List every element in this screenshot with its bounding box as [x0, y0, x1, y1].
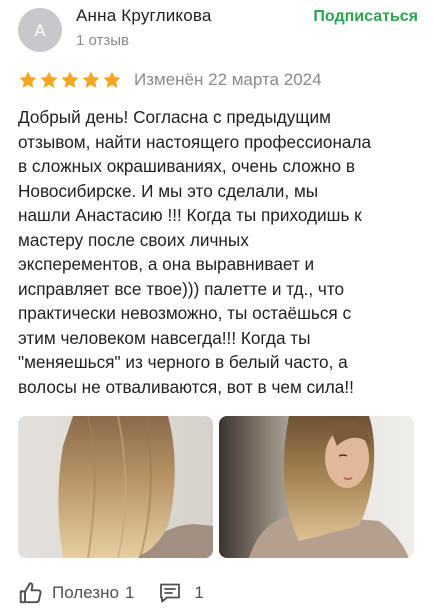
author-reviews-count: 1 отзыв	[76, 32, 130, 49]
comments-count: 1	[194, 583, 204, 602]
review-photos	[18, 416, 414, 558]
thumbs-up-icon	[19, 582, 42, 604]
rating-stars	[18, 70, 122, 90]
useful-count: 1	[124, 583, 135, 602]
review-photo-hair-back[interactable]	[18, 416, 213, 558]
review-photo-hair-portrait[interactable]	[219, 416, 414, 558]
avatar[interactable]: А	[18, 8, 62, 52]
rating-row: Изменён 22 марта 2024	[18, 67, 322, 93]
comment-icon	[160, 583, 181, 603]
review-text: Добрый день! Согласна с предыдущим отзыв…	[18, 107, 372, 397]
author-name[interactable]: Анна Кругликова	[76, 6, 212, 26]
useful-label: Полезно	[52, 583, 119, 602]
comments-button[interactable]: 1	[158, 581, 204, 605]
star-icon	[61, 71, 79, 88]
review-date: Изменён 22 марта 2024	[134, 70, 322, 89]
star-icon	[82, 71, 100, 88]
star-icon	[19, 71, 37, 88]
useful-button[interactable]: Полезно 1	[18, 580, 134, 606]
review-footer: Полезно 1 1	[18, 576, 204, 610]
star-icon	[40, 71, 58, 88]
subscribe-button[interactable]: Подписаться	[313, 8, 418, 26]
star-icon	[103, 71, 121, 88]
review-header: А Анна Кругликова 1 отзыв Подписаться	[18, 6, 418, 54]
